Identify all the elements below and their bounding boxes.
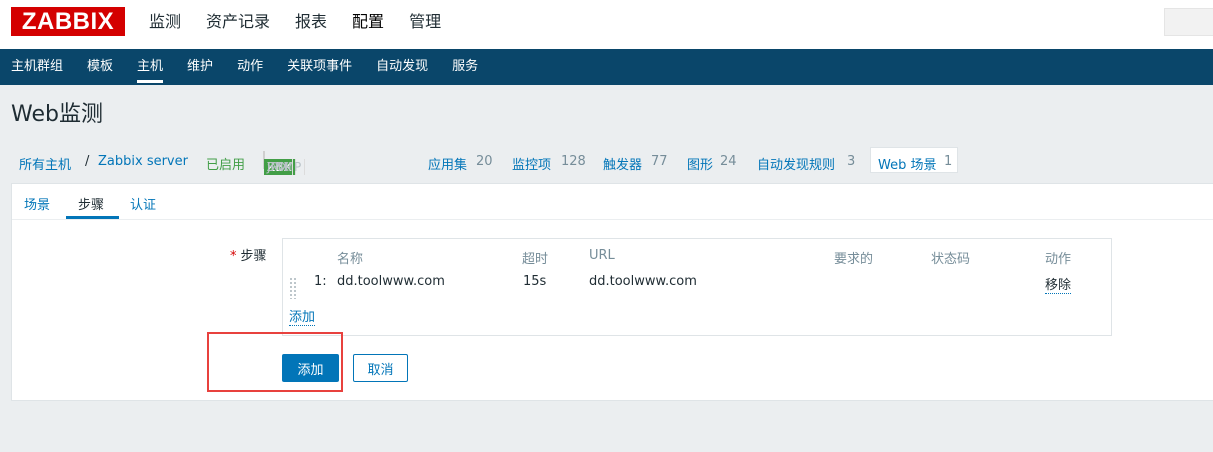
sub-menu-templates[interactable]: 模板 <box>87 49 113 85</box>
column-status-codes: 状态码 <box>931 252 971 267</box>
sub-menu-services[interactable]: 服务 <box>452 49 478 85</box>
steps-table: 名称 超时 URL 要求的 状态码 动作 1: dd.toolwww.com 1… <box>282 238 1112 336</box>
nav-web-scenarios[interactable]: Web 场景 <box>878 154 936 173</box>
triggers-count: 77 <box>651 154 668 169</box>
column-timeout: 超时 <box>522 252 549 267</box>
step-name-link[interactable]: dd.toolwww.com <box>337 274 445 289</box>
graphs-count: 24 <box>720 154 737 169</box>
drag-handle-icon[interactable] <box>289 277 297 299</box>
column-url: URL <box>589 248 615 263</box>
host-status-enabled[interactable]: 已启用 <box>206 154 245 173</box>
top-bar: ZABBIX 监测 资产记录 报表 配置 管理 <box>0 0 1213 49</box>
nav-triggers[interactable]: 触发器 <box>603 154 642 173</box>
items-count: 128 <box>561 154 586 169</box>
main-menu-configuration[interactable]: 配置 <box>352 0 384 49</box>
sub-menu-actions[interactable]: 动作 <box>237 49 263 85</box>
breadcrumb-separator: / <box>85 154 90 169</box>
tab-steps[interactable]: 步骤 <box>78 194 104 213</box>
main-menu-reports[interactable]: 报表 <box>295 0 327 49</box>
sub-menu-maintenance[interactable]: 维护 <box>187 49 213 85</box>
step-remove-link[interactable]: 移除 <box>1045 274 1072 294</box>
nav-graphs[interactable]: 图形 <box>687 154 713 173</box>
search-input[interactable] <box>1164 8 1213 36</box>
column-name: 名称 <box>337 252 364 267</box>
ipmi-badge: IPMI <box>267 160 292 174</box>
availability-indicators: ZBX SNMP JMX IPMI <box>263 151 306 175</box>
tab-authentication[interactable]: 认证 <box>130 194 156 213</box>
active-tab-indicator <box>66 216 119 219</box>
discovery-count: 3 <box>847 154 856 169</box>
required-mark: * <box>230 249 237 264</box>
breadcrumb-all-hosts[interactable]: 所有主机 <box>19 154 71 173</box>
sub-menu-host-groups[interactable]: 主机群组 <box>11 49 63 85</box>
tab-scenario[interactable]: 场景 <box>24 194 50 213</box>
column-required: 要求的 <box>834 252 874 267</box>
steps-field-label: * 步骤 <box>230 245 267 264</box>
form-tabs: 场景 步骤 认证 <box>12 184 1213 220</box>
nav-items[interactable]: 监控项 <box>512 154 551 173</box>
step-number: 1: <box>314 274 327 289</box>
web-scenario-form: 场景 步骤 认证 * 步骤 名称 超时 URL 要求的 状态码 动作 1: dd.… <box>11 183 1213 401</box>
sub-menu-discovery[interactable]: 自动发现 <box>376 49 428 85</box>
sub-menu-hosts[interactable]: 主机 <box>137 49 164 85</box>
applications-count: 20 <box>476 154 493 169</box>
nav-discovery-rules[interactable]: 自动发现规则 <box>757 154 835 173</box>
step-url: dd.toolwww.com <box>589 274 697 289</box>
add-button[interactable]: 添加 <box>282 354 339 382</box>
breadcrumb-host[interactable]: Zabbix server <box>98 154 188 169</box>
column-action: 动作 <box>1045 252 1072 267</box>
zabbix-logo[interactable]: ZABBIX <box>11 7 125 36</box>
host-navigation: 所有主机 / Zabbix server 已启用 ZBX SNMP JMX IP… <box>0 147 1213 177</box>
sub-menu-correlation[interactable]: 关联项事件 <box>287 49 352 85</box>
add-step-link[interactable]: 添加 <box>289 306 316 326</box>
web-count: 1 <box>944 154 953 169</box>
sub-menu: 主机群组 模板 主机 维护 动作 关联项事件 自动发现 服务 <box>0 49 1213 85</box>
main-menu-administration[interactable]: 管理 <box>409 0 441 49</box>
main-menu: 监测 资产记录 报表 配置 管理 <box>149 0 466 49</box>
nav-applications[interactable]: 应用集 <box>428 154 467 173</box>
step-timeout: 15s <box>523 274 547 289</box>
main-menu-monitoring[interactable]: 监测 <box>149 0 181 49</box>
steps-label: 步骤 <box>240 249 267 264</box>
page-title: Web监测 <box>11 102 103 127</box>
nav-web-scenarios-tab[interactable]: Web 场景 1 <box>870 147 958 173</box>
main-menu-inventory[interactable]: 资产记录 <box>206 0 270 49</box>
cancel-button[interactable]: 取消 <box>353 354 408 382</box>
